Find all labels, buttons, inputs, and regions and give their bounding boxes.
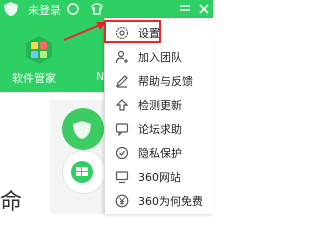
update-arrow-icon	[115, 99, 129, 111]
skin-icon[interactable]	[66, 2, 80, 16]
menu-item-why-free[interactable]: 360为何免费	[105, 189, 214, 213]
menu-item-check-update[interactable]: 检测更新	[105, 93, 214, 117]
header-divider	[0, 92, 105, 93]
menu-item-label: 隐私保护	[138, 147, 182, 160]
close-icon[interactable]	[197, 2, 211, 16]
software-manager-label[interactable]: 软件管家	[12, 70, 56, 86]
menu-icon[interactable]	[178, 2, 192, 16]
dropdown-menu: 设置 加入团队 帮助与反馈 检测更新 论坛求助 隐私保护 360网站 360为何…	[104, 18, 214, 214]
menu-item-360-website[interactable]: 360网站	[105, 165, 214, 189]
menu-item-help-feedback[interactable]: 帮助与反馈	[105, 69, 214, 93]
menu-item-label: 检测更新	[138, 99, 182, 112]
shield-check-icon	[73, 121, 91, 139]
yen-icon	[115, 194, 129, 208]
settings-highlight-box	[104, 20, 161, 43]
menu-item-label: 论坛求助	[138, 123, 182, 136]
partial-text: 命	[0, 190, 23, 215]
monitor-icon	[115, 171, 129, 184]
app-logo-icon	[4, 2, 18, 16]
software-manager-icon[interactable]	[24, 35, 54, 65]
menu-item-label: 帮助与反馈	[138, 75, 193, 88]
menu-item-label: 360为何免费	[138, 195, 203, 208]
menu-item-privacy[interactable]: 隐私保护	[105, 141, 214, 165]
shirt-icon[interactable]	[90, 2, 104, 16]
privacy-shield-icon	[115, 146, 129, 160]
menu-item-label: 360网站	[138, 171, 181, 184]
forum-icon	[115, 123, 129, 136]
login-status[interactable]: 未登录	[28, 2, 61, 18]
title-bar: 未登录	[0, 0, 213, 18]
second-tile-label: N	[96, 70, 105, 83]
windows-icon	[71, 161, 93, 183]
user-add-icon	[115, 50, 128, 64]
edit-icon	[116, 75, 128, 88]
menu-item-forum-help[interactable]: 论坛求助	[105, 117, 214, 141]
menu-item-label: 加入团队	[138, 51, 182, 64]
menu-item-join-team[interactable]: 加入团队	[105, 45, 214, 69]
